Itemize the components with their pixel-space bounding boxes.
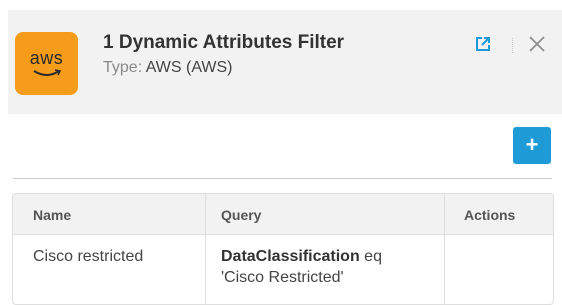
aws-logo: aws [15, 32, 78, 95]
section-divider [13, 178, 552, 179]
aws-smile-icon [33, 69, 61, 76]
external-link-icon[interactable] [474, 35, 492, 53]
filter-type: Type: AWS (AWS) [103, 59, 233, 77]
type-value: AWS (AWS) [145, 59, 233, 76]
column-divider [444, 194, 445, 304]
column-header-actions: Actions [464, 207, 516, 223]
type-label: Type: [103, 59, 143, 76]
close-icon[interactable] [528, 35, 546, 53]
query-value: 'Cisco Restricted' [221, 269, 344, 286]
column-divider [205, 194, 206, 304]
query-operator: eq [359, 248, 382, 265]
column-header-name[interactable]: Name [33, 207, 71, 223]
filter-table: Name Query Actions Cisco restricted Data… [12, 193, 554, 305]
aws-logo-text: aws [29, 48, 64, 68]
header-divider [512, 38, 514, 53]
add-button[interactable]: + [513, 127, 551, 164]
row-query: DataClassification eq [221, 248, 382, 266]
page-title: 1 Dynamic Attributes Filter [103, 32, 345, 53]
filter-header: aws 1 Dynamic Attributes Filter Type: AW… [8, 10, 562, 114]
table-header: Name Query Actions [13, 194, 553, 235]
row-name: Cisco restricted [33, 248, 144, 265]
column-header-query[interactable]: Query [221, 207, 261, 223]
query-key: DataClassification [221, 248, 360, 265]
